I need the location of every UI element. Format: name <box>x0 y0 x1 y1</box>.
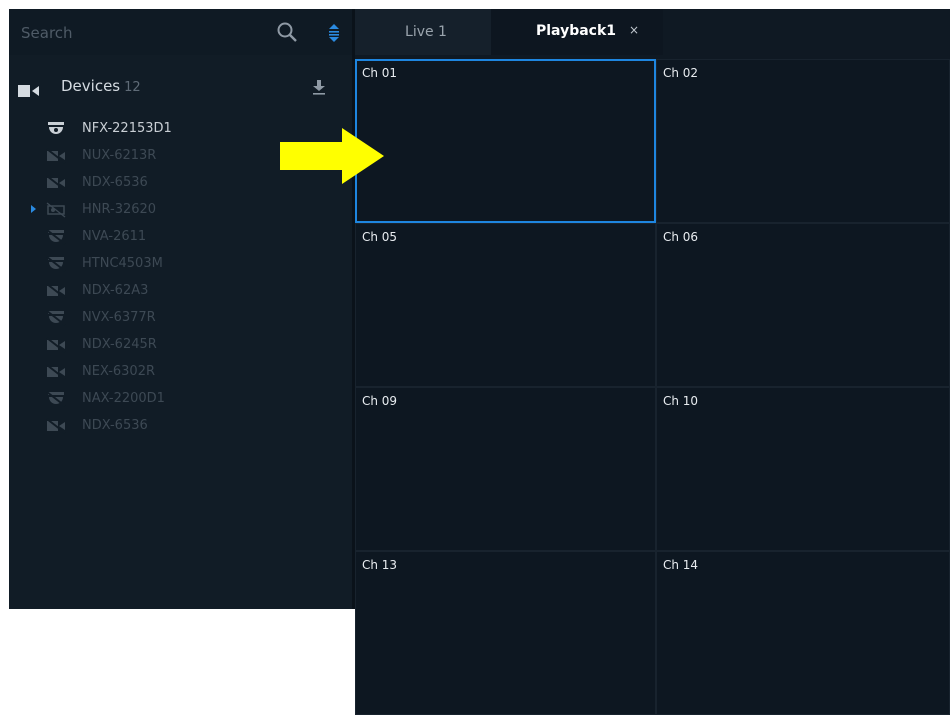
dome-camera-icon <box>46 121 66 137</box>
device-label: NFX-22153D1 <box>82 121 172 136</box>
video-grid: Ch 01 Ch 02 Ch 05 Ch 06 Ch 09 Ch 10 Ch 13 Ch 14 <box>355 59 950 715</box>
tab-bar: Live 1 Playback1 × <box>355 9 950 55</box>
video-cell[interactable]: Ch 09 <box>355 387 656 551</box>
channel-label: Ch 01 <box>362 66 398 80</box>
download-icon[interactable] <box>312 79 326 95</box>
channel-label: Ch 05 <box>362 230 398 244</box>
search-bar <box>9 9 352 55</box>
video-cell[interactable]: Ch 01 <box>355 59 656 223</box>
video-cell[interactable]: Ch 05 <box>355 223 656 387</box>
tab-label: Playback1 <box>536 23 617 39</box>
video-cell[interactable]: Ch 13 <box>355 551 656 715</box>
channel-label: Ch 06 <box>663 230 699 244</box>
video-cell[interactable]: Ch 14 <box>656 551 950 715</box>
app-window: Devices12 NFX-22153D1 NUX-6213R NDX-6536 HN… <box>9 9 950 715</box>
channel-label: Ch 02 <box>663 66 699 80</box>
close-icon[interactable]: × <box>629 23 639 37</box>
device-item[interactable]: HTNC4503M <box>9 252 352 279</box>
device-label: NDX-6536 <box>82 175 148 190</box>
device-item[interactable]: NDX-6245R <box>9 333 352 360</box>
devices-title: Devices 12 <box>61 77 141 95</box>
video-cell[interactable]: Ch 10 <box>656 387 950 551</box>
camera-offline-icon <box>46 175 66 191</box>
channel-label: Ch 14 <box>663 558 699 572</box>
sidebar: Devices12 NFX-22153D1 NUX-6213R NDX-6536 HN… <box>9 9 352 609</box>
device-label: HNR-32620 <box>82 202 157 217</box>
dome-offline-icon <box>46 256 66 272</box>
dome-offline-icon <box>46 229 66 245</box>
device-item[interactable]: NDX-6536 <box>9 414 352 441</box>
devices-count: 12 <box>124 80 141 95</box>
recorder-offline-icon <box>46 202 66 218</box>
sort-icon[interactable] <box>327 23 341 43</box>
device-item[interactable]: HNR-32620 <box>9 198 352 225</box>
yellow-arrow-annotation <box>280 128 384 184</box>
tab-live-1[interactable]: Live 1 <box>355 9 491 55</box>
camera-offline-icon <box>46 364 66 380</box>
tab-playback1[interactable]: Playback1 × <box>491 9 663 55</box>
device-label: NVX-6377R <box>82 310 156 325</box>
device-label: NEX-6302R <box>82 364 156 379</box>
device-item[interactable]: NEX-6302R <box>9 360 352 387</box>
device-item[interactable]: NAX-2200D1 <box>9 387 352 414</box>
camera-offline-icon <box>46 283 66 299</box>
channel-label: Ch 10 <box>663 394 699 408</box>
device-item[interactable]: NVA-2611 <box>9 225 352 252</box>
camera-offline-icon <box>46 418 66 434</box>
video-camera-icon <box>18 82 40 97</box>
video-cell[interactable]: Ch 02 <box>656 59 950 223</box>
camera-offline-icon <box>46 148 66 164</box>
channel-label: Ch 13 <box>362 558 398 572</box>
search-icon[interactable] <box>275 20 299 44</box>
dome-offline-icon <box>46 391 66 407</box>
device-item[interactable]: NDX-62A3 <box>9 279 352 306</box>
devices-header[interactable]: Devices 12 <box>9 71 352 103</box>
dome-offline-icon <box>46 310 66 326</box>
device-label: NAX-2200D1 <box>82 391 165 406</box>
device-label: HTNC4503M <box>82 256 163 271</box>
device-item[interactable]: NVX-6377R <box>9 306 352 333</box>
device-label: NUX-6213R <box>82 148 157 163</box>
tab-label: Live 1 <box>405 24 447 40</box>
device-label: NVA-2611 <box>82 229 147 244</box>
search-input[interactable] <box>19 19 273 47</box>
channel-label: Ch 09 <box>362 394 398 408</box>
device-label: NDX-6245R <box>82 337 157 352</box>
camera-offline-icon <box>46 337 66 353</box>
device-label: NDX-6536 <box>82 418 148 433</box>
video-cell[interactable]: Ch 06 <box>656 223 950 387</box>
device-label: NDX-62A3 <box>82 283 149 298</box>
expand-caret-icon[interactable] <box>31 205 36 213</box>
